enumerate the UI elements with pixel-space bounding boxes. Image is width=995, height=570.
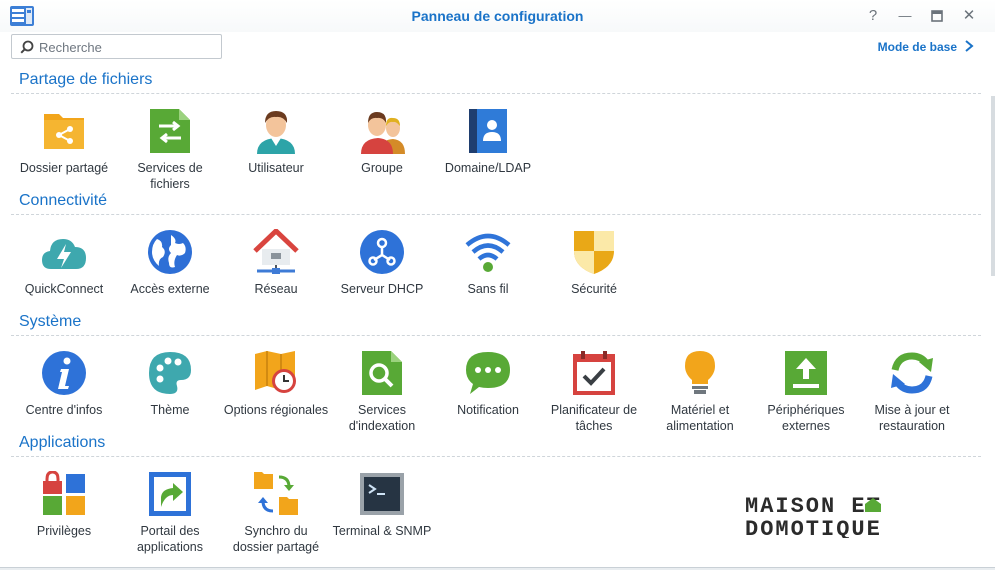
item-security[interactable]: Sécurité [541, 229, 647, 297]
item-label: Thème [150, 403, 190, 417]
item-terminal-snmp[interactable]: Terminal & SNMP [329, 471, 435, 539]
item-label: Dossier partagé [19, 161, 109, 175]
search-input[interactable] [39, 38, 217, 56]
maximize-button[interactable] [926, 6, 948, 26]
item-label: Synchro du dossier partagé [232, 524, 320, 554]
info-icon [42, 351, 86, 395]
item-label: Accès externe [130, 282, 210, 296]
lightbulb-icon [685, 351, 715, 394]
section-title-file-sharing: Partage de fichiers [19, 71, 153, 88]
item-dhcp-server[interactable]: Serveur DHCP [329, 229, 435, 297]
item-notification[interactable]: Notification [435, 350, 541, 418]
window-title: Panneau de configuration [411, 8, 584, 24]
logo-line-2: DOMOTIQUE [745, 517, 882, 538]
file-services-icon [150, 109, 190, 153]
item-external-devices[interactable]: Périphériques externes [753, 350, 859, 434]
control-panel-window: Panneau de configuration ? — ✕ Mode de b… [0, 0, 995, 568]
item-network[interactable]: Réseau [223, 229, 329, 297]
globe-icon [148, 230, 192, 274]
shield-icon [574, 231, 614, 274]
item-hardware-power[interactable]: Matériel et alimentation [647, 350, 753, 434]
maximize-icon [931, 10, 943, 22]
item-label: Services de fichiers [137, 161, 203, 191]
chevron-right-icon[interactable] [964, 40, 974, 52]
dhcp-icon [360, 230, 404, 274]
privileges-lock-icon [43, 471, 85, 515]
basic-mode-link[interactable]: Mode de base [878, 40, 957, 54]
item-theme[interactable]: Thème [117, 350, 223, 418]
item-shared-folder[interactable]: Dossier partagé [11, 108, 117, 176]
app-portal-icon [149, 472, 191, 516]
refresh-icon [891, 352, 933, 394]
item-label: Domaine/LDAP [444, 161, 532, 175]
item-quickconnect[interactable]: QuickConnect [11, 229, 117, 297]
help-button[interactable]: ? [862, 6, 884, 26]
item-label: Utilisateur [248, 161, 304, 175]
external-device-icon [785, 351, 827, 395]
maison-et-domotique-logo: MAISON ET DOMOTIQUE [745, 494, 882, 538]
logo-line-1: MAISON ET [745, 494, 882, 519]
sync-folders-icon [254, 472, 298, 515]
domain-ldap-icon [469, 109, 507, 153]
item-label: QuickConnect [24, 282, 104, 296]
quickconnect-icon [42, 239, 86, 269]
palette-icon [149, 352, 191, 394]
item-privileges[interactable]: Privilèges [11, 471, 117, 539]
item-label: Terminal & SNMP [332, 524, 432, 538]
item-update-restore[interactable]: Mise à jour et restauration [859, 350, 965, 434]
item-user[interactable]: Utilisateur [223, 108, 329, 176]
indexing-search-icon [362, 351, 402, 395]
section-divider [11, 214, 981, 215]
item-label: Options régionales [223, 403, 329, 417]
item-label: Privilèges [36, 524, 92, 538]
group-icon [361, 112, 405, 154]
item-label: Sécurité [571, 282, 617, 296]
item-app-portal[interactable]: Portail des applications [117, 471, 223, 555]
section-title-applications: Applications [19, 434, 106, 451]
item-label: Portail des applications [136, 524, 203, 554]
terminal-icon [360, 473, 404, 515]
item-label: Mise à jour et restauration [874, 403, 950, 433]
item-label: Notification [457, 403, 519, 417]
search-icon [20, 40, 34, 54]
scrollbar[interactable] [991, 96, 995, 276]
title-bar[interactable]: Panneau de configuration ? — ✕ [0, 0, 995, 32]
item-info-center[interactable]: Centre d'infos [11, 350, 117, 418]
item-label: Sans fil [467, 282, 509, 296]
item-shared-folder-sync[interactable]: Synchro du dossier partagé [223, 471, 329, 555]
chat-bubble-icon [466, 352, 510, 394]
item-domain-ldap[interactable]: Domaine/LDAP [435, 108, 541, 176]
item-file-services[interactable]: Services de fichiers [117, 108, 223, 192]
calendar-check-icon [573, 351, 615, 395]
close-button[interactable]: ✕ [958, 6, 980, 26]
shared-folder-icon [44, 114, 84, 149]
regional-clock-icon [255, 351, 296, 393]
item-label: Périphériques externes [767, 403, 845, 433]
item-wireless[interactable]: Sans fil [435, 229, 541, 297]
user-icon [257, 111, 295, 154]
item-label: Serveur DHCP [340, 282, 424, 296]
section-divider [11, 93, 981, 94]
minimize-button[interactable]: — [894, 6, 916, 26]
item-label: Planificateur de tâches [550, 403, 638, 433]
section-divider [11, 335, 981, 336]
search-box[interactable] [11, 34, 222, 59]
network-house-icon [253, 229, 299, 274]
item-regional-options[interactable]: Options régionales [223, 350, 329, 418]
item-label: Réseau [254, 282, 298, 296]
item-label: Groupe [361, 161, 403, 175]
item-label: Matériel et alimentation [666, 403, 734, 433]
item-group[interactable]: Groupe [329, 108, 435, 176]
wifi-icon [465, 233, 511, 272]
section-title-system: Système [19, 313, 82, 330]
item-label: Centre d'infos [25, 403, 103, 417]
item-indexing-service[interactable]: Services d'indexation [329, 350, 435, 434]
section-title-connectivity: Connectivité [19, 192, 108, 209]
item-task-scheduler[interactable]: Planificateur de tâches [541, 350, 647, 434]
item-external-access[interactable]: Accès externe [117, 229, 223, 297]
section-divider [11, 456, 981, 457]
item-label: Services d'indexation [348, 403, 416, 433]
